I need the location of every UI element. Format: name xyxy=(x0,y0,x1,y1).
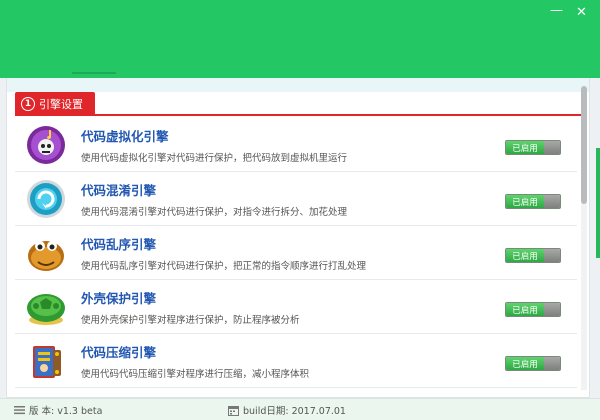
toggle-label: 已启用 xyxy=(506,141,544,154)
build-date-text: build日期: 2017.07.01 xyxy=(243,406,346,417)
scroll-thumb[interactable] xyxy=(581,86,587,204)
engine-title: 外壳保护引擎 xyxy=(81,291,157,306)
section-title: 引擎设置 xyxy=(39,97,83,111)
section-divider xyxy=(15,114,583,116)
toggle-knob xyxy=(544,303,560,316)
side-strip xyxy=(596,148,600,258)
engine-title: 代码乱序引擎 xyxy=(81,237,157,252)
engine-toggle[interactable]: 已启用 xyxy=(505,302,561,317)
toggle-label: 已启用 xyxy=(506,303,544,316)
chestnut-face-icon xyxy=(28,241,64,271)
engine-description: 使用代码乱序引擎对代码进行保护，把正常的指令顺序进行打乱处理 xyxy=(81,261,367,272)
engine-description: 使用代码虚拟化引擎对代码进行保护，把代码放到虚拟机里运行 xyxy=(81,153,348,164)
app-header: — ✕ xyxy=(0,0,600,78)
engine-title: 代码压缩引擎 xyxy=(81,345,157,360)
vertical-scrollbar[interactable] xyxy=(581,86,587,390)
status-bar: 版 本: v1.3 beta build日期: 2017.07.01 xyxy=(0,398,600,420)
engine-settings-panel: 1 引擎设置 代码虚拟化引擎 使用代码虚拟化引擎对代码进行保护，把代码放到虚拟机… xyxy=(6,78,590,398)
engine-description: 使用代码混淆引擎对代码进行保护，对指令进行拆分、加花处理 xyxy=(81,207,348,218)
section-tab-engine-settings[interactable]: 1 引擎设置 xyxy=(15,92,95,115)
minimize-icon[interactable]: — xyxy=(550,4,563,17)
section-number-badge: 1 xyxy=(21,96,35,111)
toggle-label: 已启用 xyxy=(506,249,544,262)
version-info: 版 本: v1.3 beta xyxy=(14,403,102,417)
engine-description: 使用代码代码压缩引擎对程序进行压缩，减小程序体积 xyxy=(81,369,310,380)
calendar-icon xyxy=(228,405,239,416)
engine-row-shuffle: 代码乱序引擎 使用代码乱序引擎对代码进行保护，把正常的指令顺序进行打乱处理 已启… xyxy=(15,226,577,280)
engine-toggle[interactable]: 已启用 xyxy=(505,194,561,209)
engine-description: 使用外壳保护引擎对程序进行保护，防止程序被分析 xyxy=(81,315,300,326)
engine-title: 代码虚拟化引擎 xyxy=(81,129,169,144)
engine-row-obfuscate: 代码混淆引擎 使用代码混淆引擎对代码进行保护，对指令进行拆分、加花处理 已启用 xyxy=(15,172,577,226)
engine-row-virtualize: 代码虚拟化引擎 使用代码虚拟化引擎对代码进行保护，把代码放到虚拟机里运行 已启用 xyxy=(15,118,577,172)
active-tab-indicator xyxy=(72,72,116,74)
toggle-label: 已启用 xyxy=(506,357,544,370)
compress-book-icon xyxy=(33,346,61,378)
toggle-knob xyxy=(544,249,560,262)
engine-row-shell: 外壳保护引擎 使用外壳保护引擎对程序进行保护，防止程序被分析 已启用 xyxy=(15,280,577,334)
close-icon[interactable]: ✕ xyxy=(576,6,587,19)
engine-title: 代码混淆引擎 xyxy=(81,183,157,198)
cyan-swirl-icon xyxy=(27,180,65,218)
engine-toggle[interactable]: 已启用 xyxy=(505,356,561,371)
engine-row-compress: 代码压缩引擎 使用代码代码压缩引擎对程序进行压缩，减小程序体积 已启用 xyxy=(15,334,577,388)
panel-top-band xyxy=(7,78,589,92)
version-text: 版 本: v1.3 beta xyxy=(29,406,103,417)
toggle-label: 已启用 xyxy=(506,195,544,208)
toggle-knob xyxy=(544,141,560,154)
toggle-knob xyxy=(544,357,560,370)
toggle-knob xyxy=(544,195,560,208)
engine-toggle[interactable]: 已启用 xyxy=(505,140,561,155)
build-date-info: build日期: 2017.07.01 xyxy=(228,403,346,417)
engine-toggle[interactable]: 已启用 xyxy=(505,248,561,263)
list-icon xyxy=(14,406,25,415)
disc-skull-icon xyxy=(27,126,65,164)
turtle-shell-icon xyxy=(27,294,65,325)
